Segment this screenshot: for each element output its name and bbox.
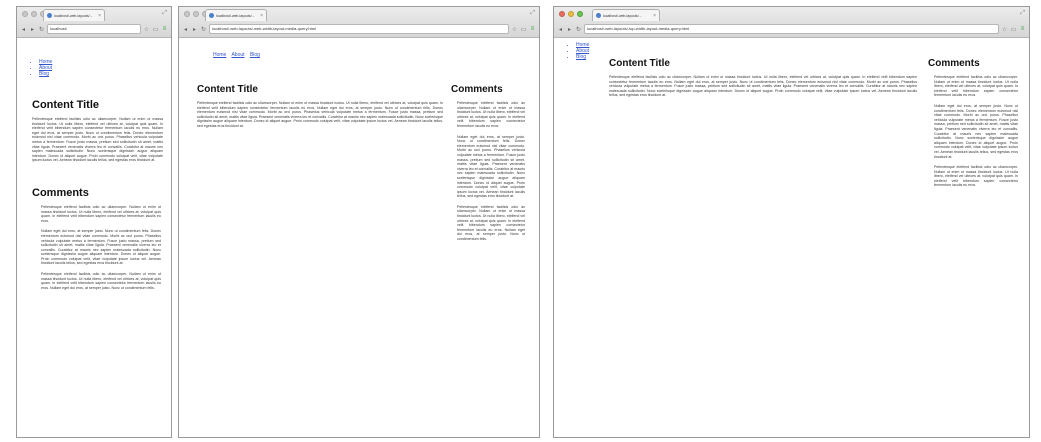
reload-button[interactable]: ↻ [575,26,582,33]
comment-paragraph: Pellentesque eleifend facilisis odio ac … [41,204,161,223]
comment-paragraph: Pellentesque eleifend facilisis odio ac … [457,204,525,242]
bookmark-icon[interactable]: ☆ [511,26,518,33]
browser-tab[interactable]: localhost/-web-layouts/... × [205,9,267,21]
menu-icon[interactable]: ≡ [161,26,168,32]
menu-icon[interactable]: ≡ [529,26,536,32]
content-paragraph: Pellentesque eleifend facilisis odio ac … [609,75,917,98]
menu-icon[interactable]: ≡ [1019,26,1026,32]
comment-paragraph: Pellentesque eleifend facilisis odio ac … [457,101,525,128]
site-nav: Home About Blog [213,52,264,58]
comment-paragraph: Nullam eget dui eros, at semper justo. N… [41,229,161,266]
content-title: Content Title [609,58,670,69]
nav-link-blog[interactable]: Blog [39,71,171,77]
browser-chrome: localhost/-web-layouts/... × ⤢ ◂ ▸ ↻ loc… [179,7,539,38]
content-title: Content Title [32,99,100,111]
browser-toolbar: ◂ ▸ ↻ localhost/-web-layouts/-web-width-… [179,22,539,36]
browser-toolbar: ◂ ▸ ↻ localhost/ ☆ ▭ ≡ [17,22,171,36]
fullscreen-icon[interactable]: ⤢ [162,10,167,17]
favicon-icon [209,13,214,18]
nav-link-blog[interactable]: Blog [576,54,589,60]
close-tab-icon[interactable]: × [653,13,656,19]
browser-window-narrow: localhost/-web-layouts/... × ⤢ ◂ ▸ ↻ loc… [16,6,172,438]
address-bar[interactable]: localhost/-web-layouts/-web-width-layout… [209,24,509,34]
site-nav: Home About Blog [17,59,171,77]
comments-sidebar: Comments Pellentesque eleifend facilisis… [451,84,525,248]
address-bar[interactable]: localhost/ [47,24,141,34]
page-viewport: Home About Blog Content Title Pellentesq… [554,38,1029,437]
close-window-button[interactable] [22,11,28,17]
comment-paragraph: Pellentesque eleifend facilisis odio ac … [41,272,161,290]
tab-title: localhost/-web-layouts/... [216,13,255,18]
nav-link-about[interactable]: About [231,52,244,58]
back-button[interactable]: ◂ [557,26,564,33]
fullscreen-icon[interactable]: ⤢ [530,10,535,17]
close-tab-icon[interactable]: × [98,13,101,19]
comment-paragraph: Nullam eget dui eros, at semper justo. N… [934,103,1018,159]
extension-icon[interactable]: ▭ [152,26,159,33]
browser-toolbar: ◂ ▸ ↻ localhost/-web-layouts/-top-width-… [554,22,1029,36]
main-content: Content Title Pellentesque eleifend faci… [197,84,443,129]
reload-button[interactable]: ↻ [200,26,207,33]
back-button[interactable]: ◂ [182,26,189,33]
reload-button[interactable]: ↻ [38,26,45,33]
close-window-button[interactable] [559,11,565,17]
forward-button[interactable]: ▸ [29,26,36,33]
site-nav: Home About Blog [554,42,589,60]
forward-button[interactable]: ▸ [191,26,198,33]
address-bar[interactable]: localhost/-web-layouts/-top-width-layout… [584,24,999,34]
bookmark-icon[interactable]: ☆ [143,26,150,33]
comments-title: Comments [451,84,503,95]
back-button[interactable]: ◂ [20,26,27,33]
content-title: Content Title [197,84,258,95]
comment-paragraph: Pellentesque eleifend facilisis odio ac … [934,75,1018,98]
page-viewport: Home About Blog Content Title Pellentesq… [179,38,539,437]
comment-paragraph: Nullam eget dui eros, at semper justo. N… [457,134,525,199]
close-window-button[interactable] [184,11,190,17]
window-controls [559,11,583,17]
minimize-window-button[interactable] [31,11,37,17]
browser-chrome: localhost/-web-layouts/... × ⤢ ◂ ▸ ↻ loc… [17,7,171,38]
content-paragraph: Pellentesque eleifend facilisis odio ac … [197,101,443,128]
tab-title: localhost/-web-layouts/... [54,13,93,18]
minimize-window-button[interactable] [568,11,574,17]
content-paragraph: Pellentesque eleifend facilisis odio ac … [32,117,163,163]
comments-title: Comments [928,58,980,69]
comment-paragraph: Pellentesque eleifend facilisis odio ac … [934,165,1018,188]
zoom-window-button[interactable] [577,11,583,17]
bookmark-icon[interactable]: ☆ [1001,26,1008,33]
browser-chrome: localhost/-web-layouts/... × ⤢ ◂ ▸ ↻ loc… [554,7,1029,38]
comments-title: Comments [32,186,89,199]
extension-icon[interactable]: ▭ [520,26,527,33]
nav-link-home[interactable]: Home [213,52,226,58]
page-viewport: Home About Blog Content Title Pellentesq… [17,38,171,437]
browser-window-wide: localhost/-web-layouts/... × ⤢ ◂ ▸ ↻ loc… [553,6,1030,438]
minimize-window-button[interactable] [193,11,199,17]
tab-title: localhost/-web-layouts/... [603,13,642,18]
browser-tab[interactable]: localhost/-web-layouts/... × [43,9,105,21]
comments-sidebar: Comments Pellentesque eleifend facilisis… [928,58,1018,194]
fullscreen-icon[interactable]: ⤢ [1020,10,1025,17]
main-content: Content Title Pellentesque eleifend faci… [609,58,917,98]
browser-window-medium: localhost/-web-layouts/... × ⤢ ◂ ▸ ↻ loc… [178,6,540,438]
browser-tab[interactable]: localhost/-web-layouts/... × [592,9,660,21]
close-tab-icon[interactable]: × [260,13,263,19]
nav-link-blog[interactable]: Blog [250,52,260,58]
favicon-icon [596,13,601,18]
extension-icon[interactable]: ▭ [1010,26,1017,33]
forward-button[interactable]: ▸ [566,26,573,33]
favicon-icon [47,13,52,18]
